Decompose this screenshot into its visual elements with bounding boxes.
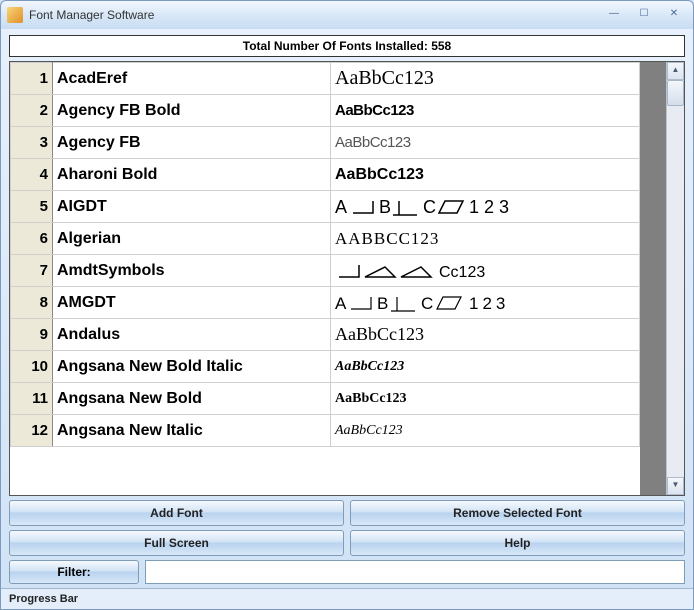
row-number: 8 <box>11 287 53 319</box>
font-name-cell: Andalus <box>53 319 331 351</box>
add-font-button[interactable]: Add Font <box>9 500 344 526</box>
close-button[interactable]: ✕ <box>661 7 687 23</box>
font-sample-cell: AaBbCc123 <box>331 351 640 383</box>
svg-text:B: B <box>377 294 388 313</box>
row-number: 11 <box>11 383 53 415</box>
font-name-cell: AIGDT <box>53 191 331 223</box>
row-number: 9 <box>11 319 53 351</box>
font-sample-cell: AaBbCc123 <box>331 319 640 351</box>
remove-font-button[interactable]: Remove Selected Font <box>350 500 685 526</box>
row-number: 12 <box>11 415 53 447</box>
button-row-1: Add Font Remove Selected Font <box>9 500 685 526</box>
font-name-cell: Angsana New Bold <box>53 383 331 415</box>
font-name-cell: Angsana New Italic <box>53 415 331 447</box>
content-area: Total Number Of Fonts Installed: 558 1Ac… <box>1 29 693 588</box>
fullscreen-button[interactable]: Full Screen <box>9 530 344 556</box>
scroll-track[interactable] <box>667 80 684 477</box>
font-name-cell: AMGDT <box>53 287 331 319</box>
svg-text:1 2 3: 1 2 3 <box>469 197 509 217</box>
font-sample-cell: Cc123 <box>331 255 640 287</box>
svg-text:A: A <box>335 197 347 217</box>
font-sample-cell: A B C 1 2 3 <box>331 191 640 223</box>
help-button[interactable]: Help <box>350 530 685 556</box>
font-name-cell: AmdtSymbols <box>53 255 331 287</box>
table-row[interactable]: 2Agency FB BoldAaBbCc123 <box>11 95 640 127</box>
table-row[interactable]: 6AlgerianAABBCC123 <box>11 223 640 255</box>
svg-text:C: C <box>421 294 433 313</box>
maximize-button[interactable]: ☐ <box>631 7 657 23</box>
row-number: 1 <box>11 63 53 95</box>
table-row[interactable]: 11Angsana New BoldAaBbCc123 <box>11 383 640 415</box>
table-row[interactable]: 8AMGDTA B C 123 <box>11 287 640 319</box>
font-sample-cell: AABBCC123 <box>331 223 640 255</box>
table-row[interactable]: 5AIGDTA B C 1 2 3 <box>11 191 640 223</box>
table-row[interactable]: 7AmdtSymbols Cc123 <box>11 255 640 287</box>
font-sample-cell: AaBbCc123 <box>331 63 640 95</box>
minimize-button[interactable]: — <box>601 7 627 23</box>
table-row[interactable]: 4Aharoni BoldAaBbCc123 <box>11 159 640 191</box>
svg-text:123: 123 <box>469 294 509 313</box>
svg-text:Cc123: Cc123 <box>439 264 485 281</box>
button-row-2: Full Screen Help <box>9 530 685 556</box>
app-window: Font Manager Software — ☐ ✕ Total Number… <box>0 0 694 610</box>
font-sample-cell: A B C 123 <box>331 287 640 319</box>
filter-label: Filter: <box>9 560 139 584</box>
status-bar: Progress Bar <box>1 588 693 609</box>
font-sample-cell: AaBbCc123 <box>331 127 640 159</box>
app-icon <box>7 7 23 23</box>
font-sample-cell: AaBbCc123 <box>331 159 640 191</box>
row-number: 3 <box>11 127 53 159</box>
summary-banner: Total Number Of Fonts Installed: 558 <box>9 35 685 57</box>
scroll-down-button[interactable]: ▼ <box>667 477 684 495</box>
font-name-cell: Agency FB <box>53 127 331 159</box>
font-name-cell: Angsana New Bold Italic <box>53 351 331 383</box>
grid-extra-column <box>640 62 666 495</box>
row-number: 10 <box>11 351 53 383</box>
table-row[interactable]: 9AndalusAaBbCc123 <box>11 319 640 351</box>
filter-input[interactable] <box>145 560 685 584</box>
window-controls: — ☐ ✕ <box>601 7 687 23</box>
filter-row: Filter: <box>9 560 685 584</box>
vertical-scrollbar[interactable]: ▲ ▼ <box>666 62 684 495</box>
row-number: 2 <box>11 95 53 127</box>
table-row[interactable]: 3Agency FBAaBbCc123 <box>11 127 640 159</box>
font-sample-cell: AaBbCc123 <box>331 383 640 415</box>
font-sample-cell: AaBbCc123 <box>331 95 640 127</box>
font-sample-cell: AaBbCc123 <box>331 415 640 447</box>
font-name-cell: AcadEref <box>53 63 331 95</box>
row-number: 5 <box>11 191 53 223</box>
svg-text:C: C <box>423 197 436 217</box>
font-name-cell: Aharoni Bold <box>53 159 331 191</box>
table-row[interactable]: 12Angsana New ItalicAaBbCc123 <box>11 415 640 447</box>
row-number: 7 <box>11 255 53 287</box>
font-name-cell: Algerian <box>53 223 331 255</box>
titlebar[interactable]: Font Manager Software — ☐ ✕ <box>1 1 693 29</box>
table-row[interactable]: 1AcadErefAaBbCc123 <box>11 63 640 95</box>
row-number: 4 <box>11 159 53 191</box>
font-grid[interactable]: 1AcadErefAaBbCc1232Agency FB BoldAaBbCc1… <box>10 62 640 495</box>
svg-text:B: B <box>379 197 391 217</box>
scroll-thumb[interactable] <box>667 80 684 106</box>
font-name-cell: Agency FB Bold <box>53 95 331 127</box>
font-grid-container: 1AcadErefAaBbCc1232Agency FB BoldAaBbCc1… <box>9 61 685 496</box>
row-number: 6 <box>11 223 53 255</box>
svg-text:A: A <box>335 294 347 313</box>
window-title: Font Manager Software <box>29 8 601 22</box>
table-row[interactable]: 10Angsana New Bold ItalicAaBbCc123 <box>11 351 640 383</box>
scroll-up-button[interactable]: ▲ <box>667 62 684 80</box>
